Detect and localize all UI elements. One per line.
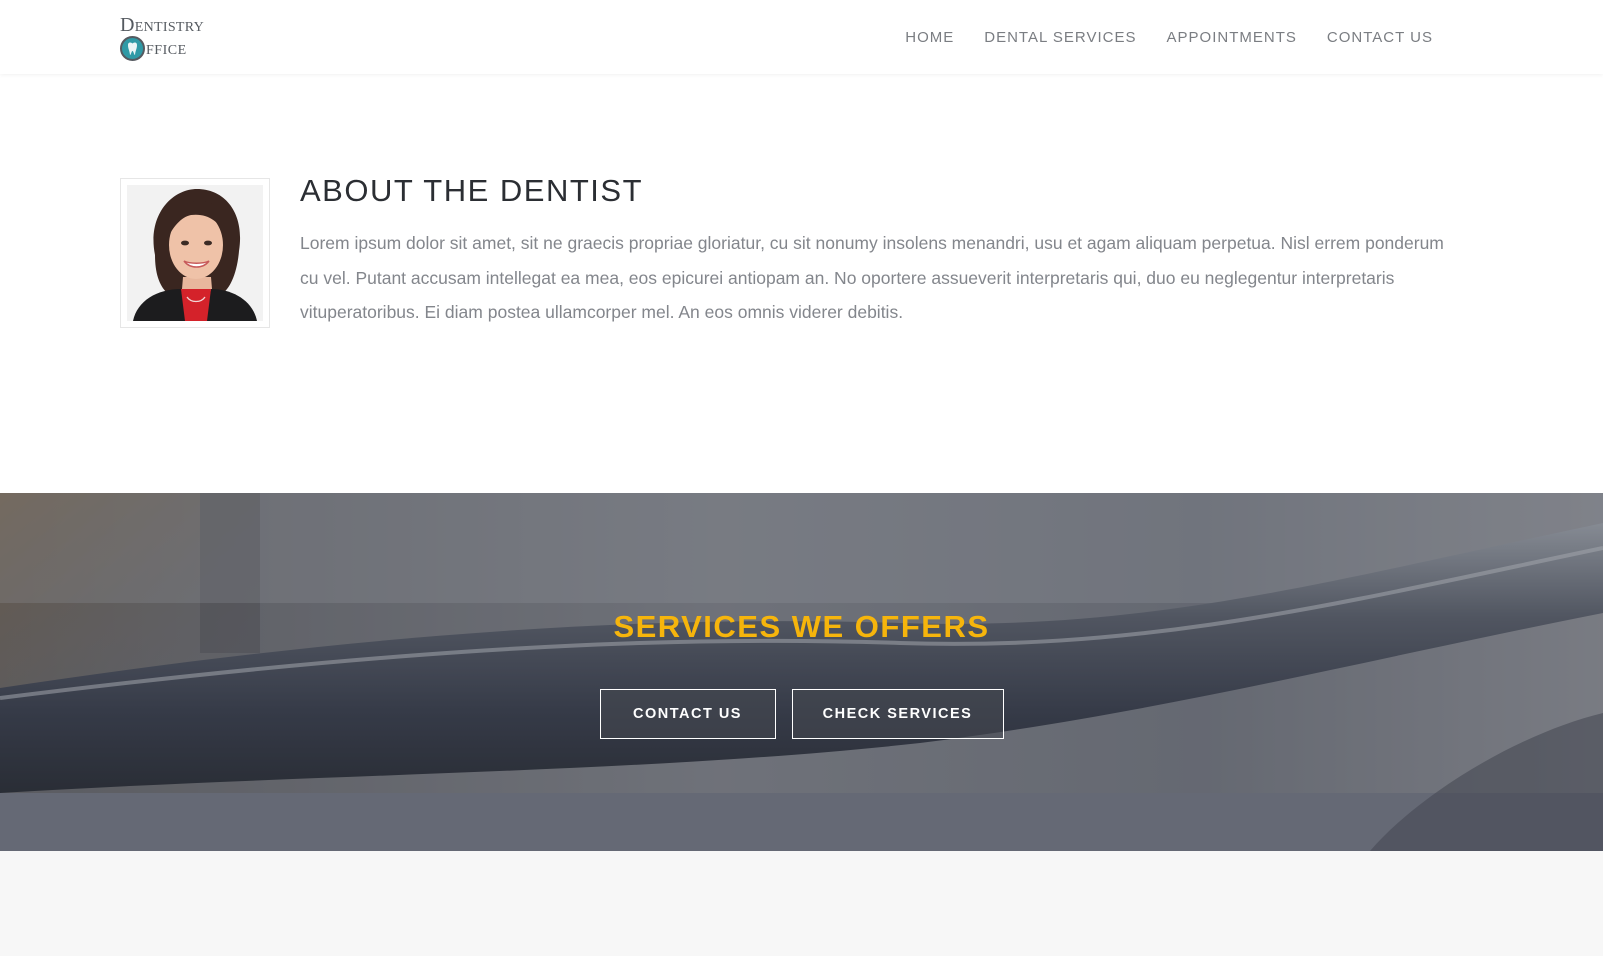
nav-dental-services[interactable]: DENTAL SERVICES	[984, 29, 1136, 46]
logo-text-top: Dentistry	[120, 14, 205, 36]
nav-home[interactable]: HOME	[905, 29, 954, 46]
services-title: SERVICES WE OFFERS	[613, 609, 990, 644]
about-section: ABOUT THE DENTIST Lorem ipsum dolor sit …	[0, 74, 1603, 493]
main-nav: HOME DENTAL SERVICES APPOINTMENTS CONTAC…	[905, 29, 1433, 46]
nav-contact-us[interactable]: CONTACT US	[1327, 29, 1433, 46]
dentist-photo-frame	[120, 178, 270, 328]
about-description: Lorem ipsum dolor sit amet, sit ne graec…	[300, 233, 1444, 322]
next-section-background	[0, 851, 1603, 956]
banner-overlay	[0, 493, 1603, 851]
logo-text-rest: ffice	[146, 37, 187, 59]
about-title: ABOUT THE DENTIST	[300, 173, 644, 208]
nav-appointments[interactable]: APPOINTMENTS	[1167, 29, 1297, 46]
site-logo[interactable]: Dentistry ffice	[120, 14, 230, 62]
dentist-photo	[127, 185, 263, 321]
logo-text-bottom: ffice	[120, 36, 187, 61]
services-banner: SERVICES WE OFFERS CONTACT US CHECK SERV…	[0, 493, 1603, 851]
banner-button-group: CONTACT US CHECK SERVICES	[0, 689, 1603, 739]
contact-us-button[interactable]: CONTACT US	[599, 689, 776, 739]
tooth-icon	[120, 36, 145, 61]
check-services-button[interactable]: CHECK SERVICES	[791, 689, 1004, 739]
site-header: Dentistry ffice HOME DENTAL SERVICES APP…	[0, 0, 1603, 74]
